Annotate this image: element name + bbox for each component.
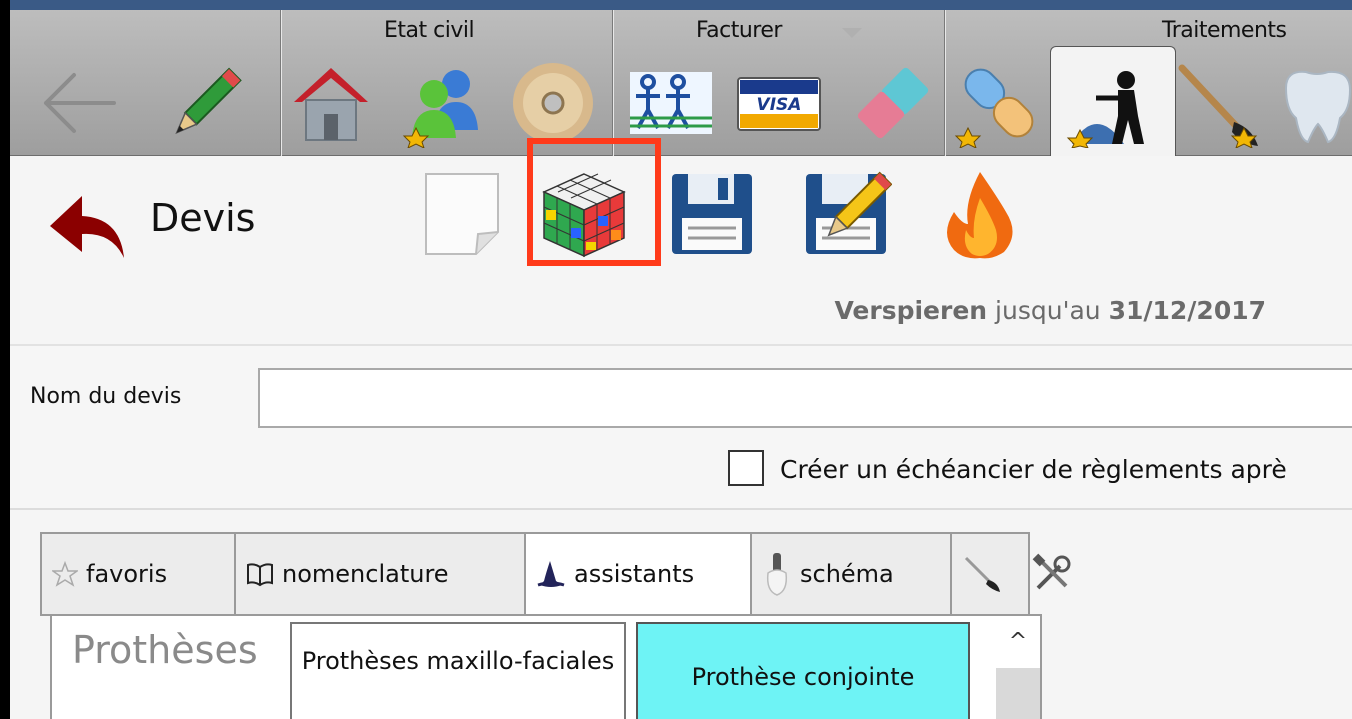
main-toolbar: Etat civil Facturer Traitements VISA (10, 10, 1352, 166)
save-as-icon[interactable] (800, 168, 893, 260)
schedule-checkbox[interactable] (728, 450, 764, 486)
toolbar-separator (612, 10, 614, 156)
pill-icon[interactable] (954, 58, 1044, 149)
save-icon[interactable] (666, 168, 758, 260)
svg-text:VISA: VISA (757, 95, 802, 115)
new-document-icon[interactable] (416, 168, 508, 260)
tooth-icon[interactable] (1272, 58, 1352, 148)
tab-favoris[interactable]: favoris (40, 532, 234, 616)
brush-icon[interactable] (1172, 58, 1262, 149)
scrollbar-thumb[interactable] (996, 668, 1040, 719)
wizard-hat-icon (537, 561, 565, 587)
scroll-up-icon[interactable]: ^ (1004, 630, 1032, 654)
group-label-facturer[interactable]: Facturer (696, 18, 782, 43)
eraser-icon[interactable] (848, 58, 938, 148)
worker-icon[interactable] (1066, 58, 1156, 149)
insurer-until: jusqu'au (995, 296, 1101, 325)
tab-label: schéma (800, 560, 894, 588)
group-label-traitements: Traitements (1162, 18, 1287, 43)
tab-assistants[interactable]: assistants (524, 532, 750, 616)
act-tabs: favoris nomenclature assistants schéma (40, 532, 1030, 616)
visa-card-icon[interactable]: VISA (734, 58, 824, 148)
tools-icon[interactable] (1030, 552, 1074, 596)
return-arrow-icon[interactable] (46, 190, 130, 260)
disc-icon[interactable] (508, 58, 598, 148)
tab-schema[interactable]: schéma (750, 532, 950, 616)
fire-icon[interactable] (934, 168, 1026, 260)
group-label-etat-civil: Etat civil (384, 18, 475, 43)
toolbar-separator (280, 10, 282, 156)
category-label: Prothèses (72, 628, 258, 672)
house-icon[interactable] (286, 58, 376, 148)
schedule-checkbox-label[interactable]: Créer un échéancier de règlements aprè (780, 455, 1287, 484)
devis-name-input[interactable] (258, 368, 1352, 428)
tab-label: assistants (574, 560, 695, 588)
toolbar-separator (944, 10, 946, 156)
tab-label: nomenclature (282, 560, 449, 588)
tab-nomenclature[interactable]: nomenclature (234, 532, 524, 616)
star-icon (52, 561, 78, 587)
book-icon (247, 563, 273, 587)
page-title: Devis (150, 196, 256, 240)
social-security-icon[interactable] (626, 58, 716, 148)
pencil-icon[interactable] (160, 58, 250, 148)
devis-name-label: Nom du devis (30, 384, 182, 409)
tab-label: favoris (86, 560, 168, 588)
prostheses-maxillofacial-button[interactable]: Prothèses maxillo-faciales (290, 622, 626, 719)
highlight-box (527, 138, 661, 266)
brush-icon (964, 556, 1000, 592)
conjoint-prosthesis-button[interactable]: Prothèse conjointe (636, 622, 970, 719)
tooth-icon (766, 553, 788, 596)
users-icon[interactable] (400, 58, 490, 149)
insurer-info: Verspieren jusqu'au 31/12/2017 (834, 296, 1266, 325)
back-arrow-icon[interactable] (36, 58, 126, 148)
app-window: Etat civil Facturer Traitements VISA Dev… (10, 0, 1352, 719)
window-top-border (10, 0, 1352, 10)
facturer-dropdown-icon[interactable] (842, 28, 862, 38)
insurer-date: 31/12/2017 (1108, 296, 1266, 325)
tab-brush[interactable] (950, 532, 1030, 616)
insurer-name: Verspieren (834, 296, 988, 325)
